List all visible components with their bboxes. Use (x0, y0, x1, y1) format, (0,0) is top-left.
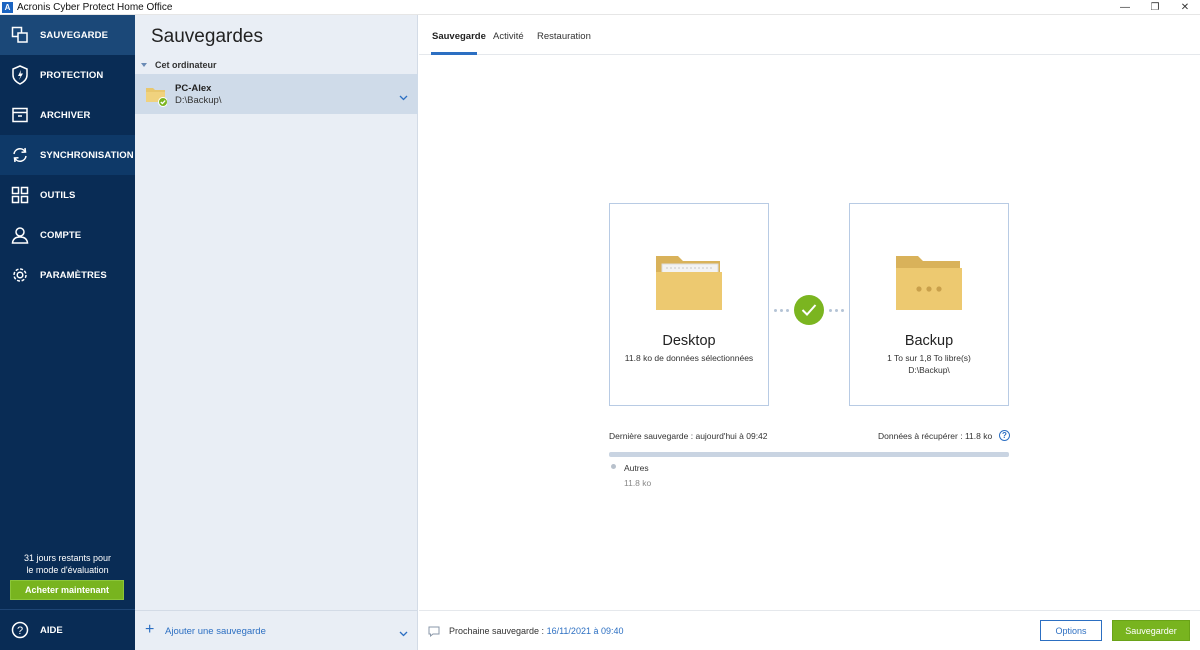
backups-panel: Sauvegardes Cet ordinateur PC-Alex D:\Ba… (135, 15, 418, 650)
destination-path: D:\Backup\ (908, 365, 950, 375)
chevron-down-icon[interactable] (399, 626, 408, 640)
nav-label: PROTECTION (40, 69, 104, 81)
storage-bar (609, 452, 1009, 457)
buy-now-button[interactable]: Acheter maintenant (10, 580, 124, 600)
chevron-down-icon[interactable] (399, 90, 408, 104)
shield-icon (0, 65, 40, 85)
next-backup-date[interactable]: 16/11/2021 à 09:40 (547, 626, 624, 636)
recoverable-data-text: Données à récupérer : 11.8 ko (878, 431, 993, 441)
folder-with-files-icon (654, 254, 724, 315)
source-card[interactable]: Desktop 11.8 ko de données sélectionnées (609, 203, 769, 406)
sync-icon (0, 146, 40, 164)
minimize-button[interactable]: — (1110, 0, 1140, 15)
connector-dots-left (774, 309, 792, 312)
window-title: Acronis Cyber Protect Home Office (17, 1, 173, 13)
collapse-triangle-icon (141, 63, 147, 67)
trial-line-1: 31 jours restants pour (23, 553, 112, 563)
destination-free-space: 1 To sur 1,8 To libre(s) (887, 353, 971, 363)
destination-title: Backup (904, 333, 954, 349)
nav-label: SYNCHRONISATION (40, 149, 134, 161)
folder-icon (894, 254, 964, 315)
help-icon: ? (0, 621, 40, 639)
destination-card[interactable]: Backup 1 To sur 1,8 To libre(s) D:\Backu… (849, 203, 1009, 406)
gear-icon (0, 266, 40, 284)
connector-dots-right (829, 309, 847, 312)
trial-line-2: le mode d'évaluation (26, 565, 109, 575)
page-title: Sauvegardes (151, 26, 263, 47)
storage-bar-fill (609, 452, 1009, 457)
title-bar: A Acronis Cyber Protect Home Office — ❐ … (0, 0, 1200, 15)
comment-icon (428, 626, 440, 640)
last-backup-text: Dernière sauvegarde : aujourd'hui à 09:4… (609, 431, 768, 441)
nav-item-protection[interactable]: PROTECTION (0, 55, 135, 95)
tab-bar: Sauvegarde Activité Restauration (419, 15, 1200, 55)
options-button[interactable]: Options (1040, 620, 1102, 641)
tab-activite[interactable]: Activité (493, 31, 524, 42)
group-label: Cet ordinateur (155, 60, 217, 70)
nav-label: AIDE (40, 624, 63, 636)
restore-button[interactable]: ❐ (1140, 0, 1170, 15)
next-backup-prefix: Prochaine sauvegarde : (449, 626, 547, 636)
main-footer: Prochaine sauvegarde : 16/11/2021 à 09:4… (419, 610, 1200, 650)
nav-item-synchronisation[interactable]: SYNCHRONISATION (0, 135, 135, 175)
legend-value: 11.8 ko (624, 478, 652, 488)
main-navigation: SAUVEGARDE PROTECTION ARCHIVER SYNCHRONI… (0, 15, 135, 650)
nav-label: ARCHIVER (40, 109, 91, 121)
nav-divider (0, 609, 135, 610)
app-logo-icon: A (2, 1, 13, 13)
destination-subtitle: 1 To sur 1,8 To libre(s) D:\Backup\ (850, 352, 1008, 376)
legend-dot (611, 464, 616, 469)
active-tab-indicator (431, 52, 477, 55)
plus-icon[interactable]: + (145, 622, 154, 638)
main-content: Sauvegarde Activité Restauration Desktop… (419, 15, 1200, 650)
nav-label: COMPTE (40, 229, 82, 241)
trial-notice: 31 jours restants pour le mode d'évaluat… (0, 552, 135, 576)
next-backup-text: Prochaine sauvegarde : 16/11/2021 à 09:4… (449, 626, 623, 636)
source-subtitle: 11.8 ko de données sélectionnées (624, 353, 754, 363)
source-title: Desktop (662, 333, 716, 349)
window-controls: — ❐ ✕ (1110, 0, 1200, 15)
nav-label: PARAMÈTRES (40, 269, 107, 281)
nav-item-sauvegarde[interactable]: SAUVEGARDE (0, 15, 135, 55)
svg-text:?: ? (17, 625, 23, 637)
backup-icon (0, 26, 40, 44)
nav-label: OUTILS (40, 189, 76, 201)
help-question-icon[interactable]: ? (999, 430, 1010, 441)
archive-icon (0, 107, 40, 123)
tab-restauration[interactable]: Restauration (537, 31, 591, 42)
nav-item-aide[interactable]: ? AIDE (0, 615, 135, 645)
backup-name: PC-Alex (175, 83, 212, 94)
close-button[interactable]: ✕ (1170, 0, 1200, 15)
backup-list-item[interactable]: PC-Alex D:\Backup\ (135, 74, 418, 114)
nav-item-parametres[interactable]: PARAMÈTRES (0, 255, 135, 295)
backups-panel-footer: + Ajouter une sauvegarde (135, 610, 418, 650)
backup-now-button[interactable]: Sauvegarder (1112, 620, 1190, 641)
tab-sauvegarde[interactable]: Sauvegarde (432, 31, 486, 42)
group-header-this-computer[interactable]: Cet ordinateur (141, 60, 217, 70)
nav-item-archiver[interactable]: ARCHIVER (0, 95, 135, 135)
nav-item-outils[interactable]: OUTILS (0, 175, 135, 215)
check-icon (794, 295, 824, 325)
legend-label: Autres (624, 463, 649, 473)
tools-grid-icon (0, 186, 40, 204)
backup-path: D:\Backup\ (175, 95, 222, 106)
folder-check-icon (145, 85, 168, 110)
nav-label: SAUVEGARDE (40, 29, 109, 41)
add-backup-link[interactable]: Ajouter une sauvegarde (165, 626, 266, 637)
account-icon (0, 226, 40, 244)
nav-item-compte[interactable]: COMPTE (0, 215, 135, 255)
